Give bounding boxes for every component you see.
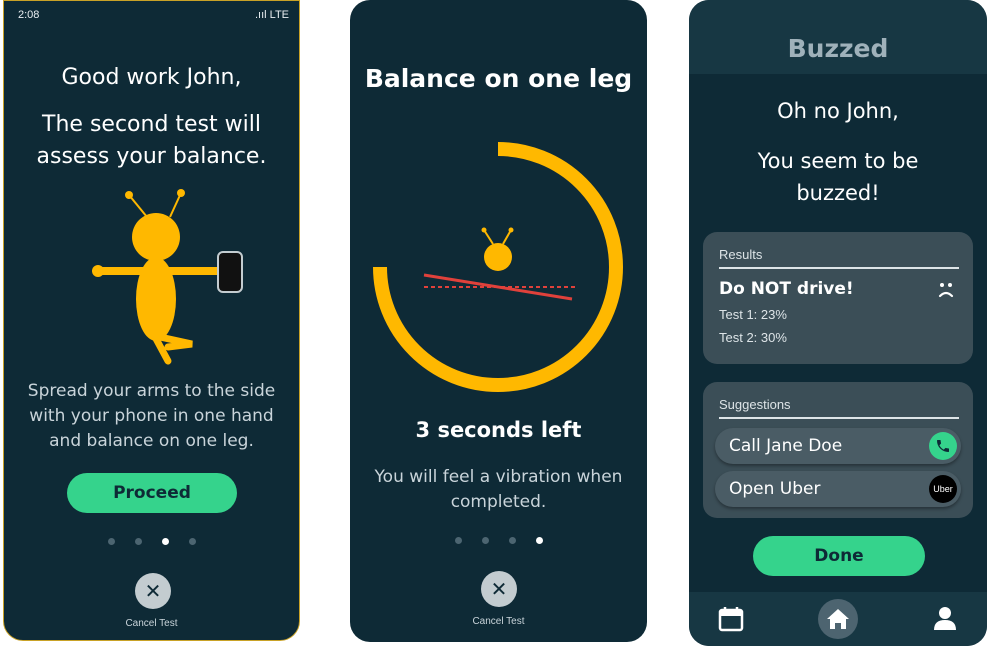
cancel-test-button[interactable]: ✕ <box>481 571 517 607</box>
status-time: 2:08 <box>18 9 40 21</box>
suggestions-card: Suggestions Call Jane Doe Open Uber Uber <box>703 382 973 518</box>
figure-head <box>132 213 180 261</box>
call-jane-doe-button[interactable]: Call Jane Doe <box>715 428 961 464</box>
home-icon[interactable] <box>818 599 858 639</box>
tiny-figure-icon <box>481 227 514 271</box>
page-dot-3 <box>508 537 516 544</box>
message: You seem to be buzzed! <box>689 145 987 209</box>
instruction-line-2: with your phone in one hand <box>29 406 274 426</box>
countdown-text: 3 seconds left <box>415 418 582 442</box>
message-line-1: You seem to be <box>757 149 919 173</box>
cancel-test-label: Cancel Test <box>125 618 178 629</box>
calendar-icon[interactable] <box>711 599 751 639</box>
page-dot-4 <box>188 538 196 545</box>
phone-in-hand-icon <box>217 251 243 293</box>
results-title: Results <box>719 247 763 262</box>
divider <box>719 267 959 269</box>
test-2-result: Test 2: 30% <box>719 330 787 345</box>
page-indicator <box>4 538 299 545</box>
verdict-text: Do NOT drive! <box>719 279 854 299</box>
phone-icon <box>929 432 957 460</box>
instruction-line-1: Spread your arms to the side <box>27 381 276 401</box>
profile-icon[interactable] <box>925 599 965 639</box>
page-dot-2 <box>134 538 142 545</box>
vibration-note-line-1: You will feel a vibration when <box>374 467 623 487</box>
proceed-button[interactable]: Proceed <box>67 473 237 513</box>
page-dot-4 <box>535 537 543 544</box>
message: The second test will assess your balance… <box>4 109 299 173</box>
balance-intro-screen: 2:08 .ııl LTE Good work John, The second… <box>3 0 300 641</box>
balance-timer-illustration <box>373 142 623 392</box>
message-line-1: The second test will <box>42 112 261 137</box>
instructions: Spread your arms to the side with your p… <box>4 379 299 454</box>
balancing-figure-illustration <box>92 189 243 365</box>
page-dot-1 <box>454 537 462 544</box>
uber-logo-icon: Uber <box>929 475 957 503</box>
message-line-2: assess your balance. <box>36 144 267 169</box>
instruction-line-3: and balance on one leg. <box>49 431 254 451</box>
open-uber-button[interactable]: Open Uber Uber <box>715 471 961 507</box>
greeting: Good work John, <box>61 65 242 90</box>
suggestions-title: Suggestions <box>719 397 791 412</box>
cancel-test-button[interactable]: ✕ <box>135 573 171 609</box>
divider <box>719 417 959 419</box>
done-button[interactable]: Done <box>753 536 925 576</box>
page-indicator <box>350 537 647 544</box>
page-dot-2 <box>481 537 489 544</box>
results-card: Results Do NOT drive! Test 1: 23% Test 2… <box>703 232 973 364</box>
antenna-right-icon <box>169 189 185 218</box>
message-line-2: buzzed! <box>796 181 880 205</box>
vibration-note-line-2: completed. <box>450 492 547 512</box>
app-brand-title: Buzzed <box>787 34 889 63</box>
greeting: Oh no John, <box>777 99 899 123</box>
status-bar: 2:08 .ııl LTE <box>18 9 289 23</box>
figure-legs <box>150 331 193 365</box>
cancel-test-label: Cancel Test <box>472 616 525 627</box>
balance-test-screen: Balance on one leg 3 seconds left You wi… <box>350 0 647 642</box>
test-1-result: Test 1: 23% <box>719 307 787 322</box>
page-title: Balance on one leg <box>364 64 633 93</box>
figure-hand-left <box>92 265 104 277</box>
uber-label: Open Uber <box>729 479 821 499</box>
call-label: Call Jane Doe <box>729 436 843 456</box>
sad-face-icon <box>938 283 954 298</box>
results-screen: Buzzed Oh no John, You seem to be buzzed… <box>689 0 987 646</box>
bottom-nav <box>689 592 987 646</box>
page-dot-3 <box>161 538 169 545</box>
antenna-left-icon <box>125 191 148 218</box>
vibration-note: You will feel a vibration when completed… <box>350 465 647 515</box>
signal-indicator: .ııl LTE <box>254 9 289 21</box>
figure-body <box>136 257 176 341</box>
page-dot-1 <box>107 538 115 545</box>
